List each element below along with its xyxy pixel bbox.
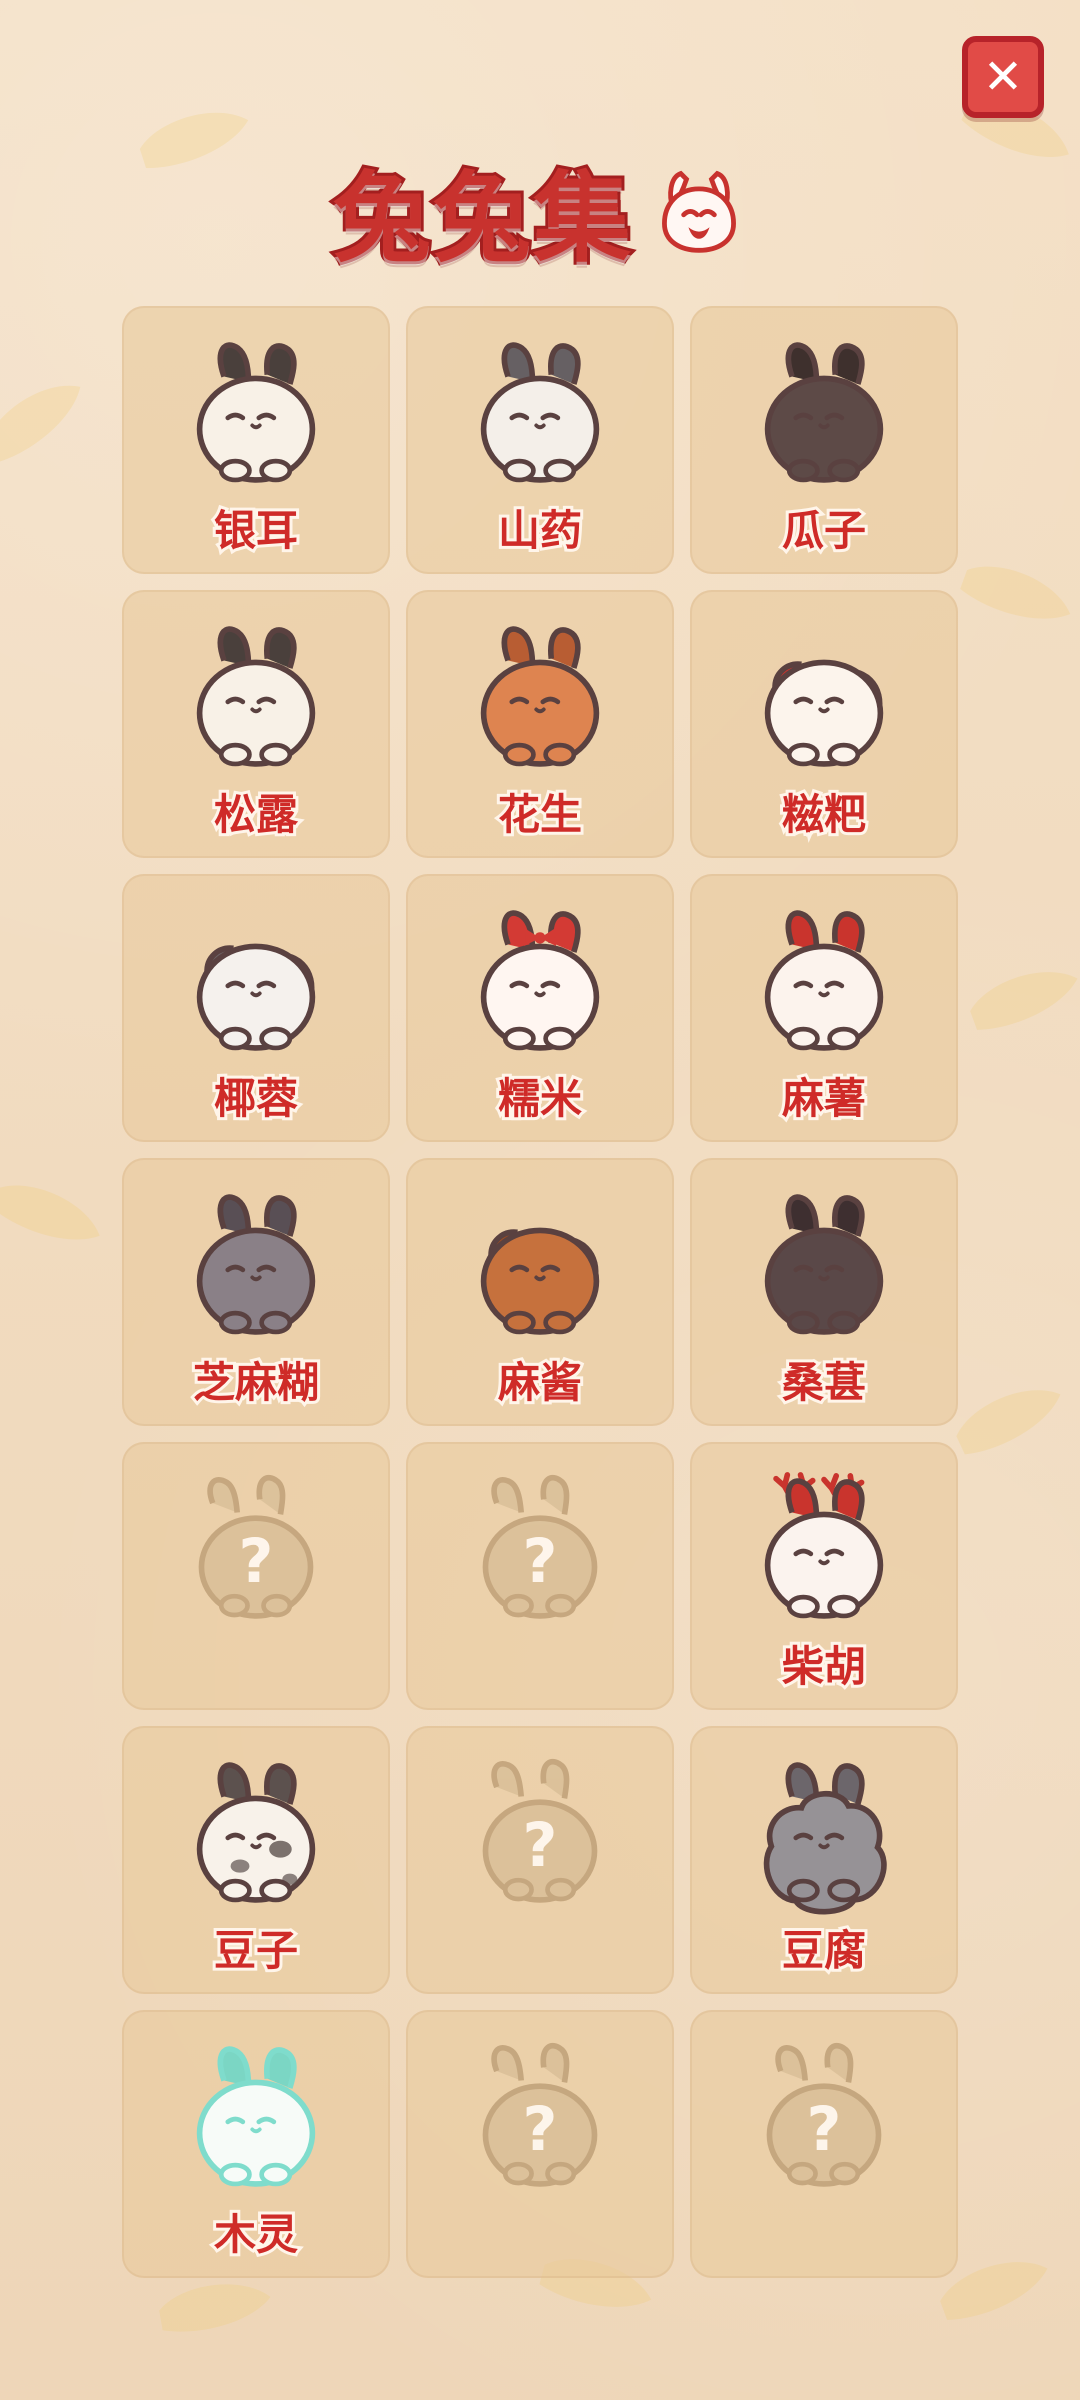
white-bunny-icon — [162, 322, 350, 510]
mystery-bunny-icon: ? — [730, 2026, 918, 2214]
bunny-name: 糍粑 — [779, 787, 869, 842]
red-eared-bunny-icon — [730, 890, 918, 1078]
svg-text:?: ? — [523, 2095, 558, 2165]
bunny-card[interactable]: 麻酱 — [406, 1158, 674, 1426]
spotted-bunny-icon — [162, 1742, 350, 1930]
bunny-name: 银耳 — [211, 503, 301, 558]
black-eared-bunny-icon — [162, 606, 350, 794]
bunny-name: 山药 — [495, 503, 585, 558]
brown-lop-bunny-icon — [446, 1174, 634, 1362]
close-icon: ✕ — [982, 49, 1024, 105]
bunny-card[interactable]: 柴胡 — [690, 1442, 958, 1710]
locked-bunny-card[interactable]: ? — [406, 1442, 674, 1710]
mint-bunny-icon — [162, 2026, 350, 2214]
bunny-card[interactable]: 桑葚 — [690, 1158, 958, 1426]
page-title: 兔兔集 — [330, 159, 634, 279]
bunny-name: 椰蓉 — [211, 1071, 301, 1126]
bunny-card[interactable]: 松露 — [122, 590, 390, 858]
bunny-name: 桑葚 — [779, 1355, 869, 1410]
dark-brown-bunny-icon — [730, 322, 918, 510]
bunny-card[interactable]: 花生 — [406, 590, 674, 858]
locked-bunny-card[interactable]: ? — [690, 2010, 958, 2278]
antler-bunny-icon — [730, 1458, 918, 1646]
bunny-card[interactable]: 椰蓉 — [122, 874, 390, 1142]
orange-bunny-icon — [446, 606, 634, 794]
close-button[interactable]: ✕ — [962, 36, 1044, 118]
bunny-card[interactable]: 芝麻糊 — [122, 1158, 390, 1426]
bunny-card[interactable]: 豆子 — [122, 1726, 390, 1994]
bunny-card[interactable]: 木灵 — [122, 2010, 390, 2278]
locked-bunny-card[interactable]: ? — [406, 2010, 674, 2278]
gray-lop-bunny-icon — [162, 890, 350, 1078]
bunny-card[interactable]: 麻薯 — [690, 874, 958, 1142]
gray-fluffy-bunny-icon — [730, 1742, 918, 1930]
bunny-name: 花生 — [495, 787, 585, 842]
bunny-grid: 银耳 山药 瓜子 松露 花生 糍粑 椰蓉 糯米 麻薯 芝麻糊 麻酱 桑葚 ? ?… — [122, 306, 958, 2278]
mystery-bunny-icon: ? — [446, 1458, 634, 1646]
mystery-bunny-icon: ? — [446, 1742, 634, 1930]
bunny-name: 豆子 — [211, 1923, 301, 1978]
black-bunny-icon — [730, 1174, 918, 1362]
locked-bunny-card[interactable]: ? — [122, 1442, 390, 1710]
bunny-card[interactable]: 山药 — [406, 306, 674, 574]
mystery-bunny-icon: ? — [162, 1458, 350, 1646]
page-header: 兔兔集 — [0, 140, 1080, 280]
lop-eared-bunny-icon — [730, 606, 918, 794]
bunny-name: 麻薯 — [779, 1071, 869, 1126]
locked-bunny-card[interactable]: ? — [406, 1726, 674, 1994]
gray-white-bunny-icon — [446, 322, 634, 510]
bunny-face-icon — [651, 162, 747, 258]
bunny-name: 瓜子 — [779, 503, 869, 558]
bow-bunny-icon — [446, 890, 634, 1078]
bunny-name: 糯米 — [495, 1071, 585, 1126]
bunny-card[interactable]: 银耳 — [122, 306, 390, 574]
bunny-name: 豆腐 — [779, 1923, 869, 1978]
svg-text:?: ? — [523, 1811, 558, 1881]
bunny-name: 麻酱 — [495, 1355, 585, 1410]
bunny-card[interactable]: 瓜子 — [690, 306, 958, 574]
bunny-name: 芝麻糊 — [190, 1355, 322, 1410]
svg-text:?: ? — [807, 2095, 842, 2165]
bunny-card[interactable]: 糍粑 — [690, 590, 958, 858]
gray-bunny-icon — [162, 1174, 350, 1362]
bunny-card[interactable]: 糯米 — [406, 874, 674, 1142]
mystery-bunny-icon: ? — [446, 2026, 634, 2214]
svg-text:?: ? — [239, 1527, 274, 1597]
bunny-name: 柴胡 — [779, 1639, 869, 1694]
svg-text:?: ? — [523, 1527, 558, 1597]
bunny-card[interactable]: 豆腐 — [690, 1726, 958, 1994]
bunny-name: 木灵 — [211, 2207, 301, 2262]
bunny-name: 松露 — [211, 787, 301, 842]
